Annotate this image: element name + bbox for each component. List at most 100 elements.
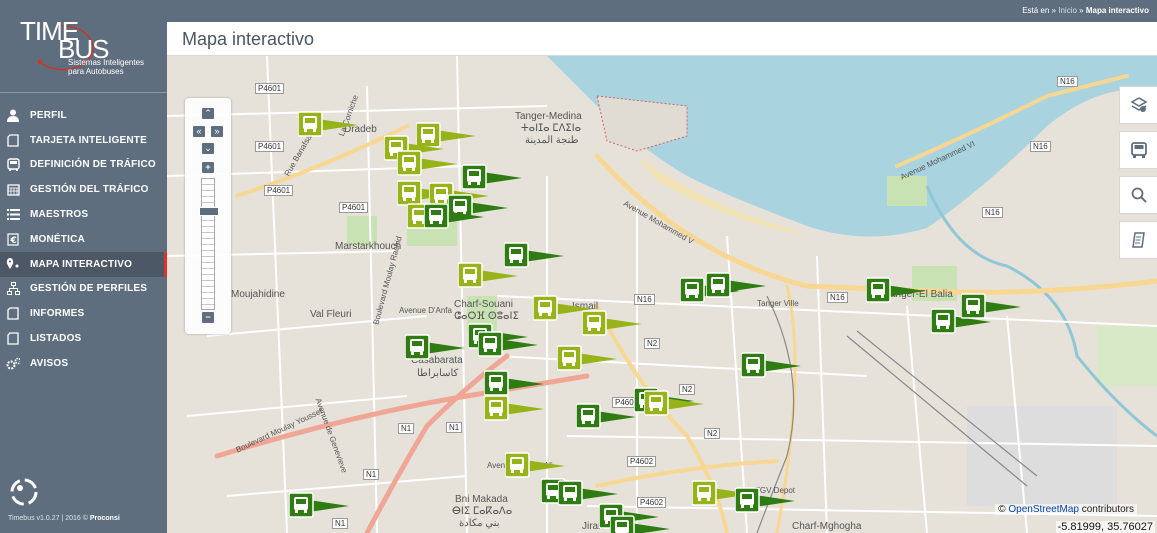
bus-marker-icon (288, 492, 349, 518)
bus-marker-icon (477, 331, 538, 357)
road-label: P4601 (255, 83, 285, 94)
search-icon (1131, 187, 1147, 203)
menu-item-gestion-trafico[interactable]: GESTIÓN DEL TRÁFICO (0, 177, 167, 202)
listing-icon (6, 332, 20, 346)
breadcrumb-current: Mapa interactivo (1085, 6, 1149, 15)
zoom-out-button[interactable]: − (202, 312, 214, 323)
osm-link[interactable]: OpenStreetMap (1008, 504, 1079, 515)
map-label-place: ⴱⵏⵉ ⵎⴰⴽⴰⴷⴰ (452, 506, 513, 517)
road-label: N2 (704, 428, 721, 439)
bus-marker-icon (740, 352, 801, 378)
bus-marker[interactable] (503, 242, 570, 270)
pan-up-button[interactable]: ⌃ (202, 108, 214, 119)
map-label-place: Bni Makada (455, 494, 508, 505)
menu-item-label: MONÉTICA (30, 233, 85, 245)
breadcrumb-home-link[interactable]: Inicio (1058, 6, 1077, 15)
zoom-panel: ⌃ « » ⌄ + − (185, 98, 231, 334)
map-label-place: Tanger Ville (757, 299, 799, 308)
bus-marker[interactable] (477, 331, 544, 359)
menu-item-gestion-perfiles[interactable]: GESTIÓN DE PERFILES (0, 277, 167, 302)
sitemap-icon (6, 282, 20, 296)
bus-marker-icon (483, 395, 544, 421)
menu-item-maestros[interactable]: MAESTROS (0, 202, 167, 227)
interactive-map[interactable]: Tanger-Medina ⵜⴰⵏⵊⴰ ⵎⴷⵉⵏⴰ طنجة المدينة D… (167, 56, 1157, 533)
bus-marker-icon (960, 293, 1021, 319)
menu-item-tarjeta-inteligente[interactable]: TARJETA INTELIGENTE (0, 128, 167, 153)
road-label: N16 (1057, 76, 1078, 87)
road-label: N16 (634, 294, 655, 305)
road-label: P4601 (264, 185, 294, 196)
menu-item-label: GESTIÓN DE PERFILES (30, 283, 148, 295)
bus-marker-icon (503, 242, 564, 268)
map-label-place: طنجة المدينة (525, 135, 579, 146)
map-label-place: Tanger-Medina (515, 111, 582, 122)
road-label: N16 (1030, 141, 1051, 152)
bus-layer-button[interactable] (1119, 131, 1157, 169)
list-icon (6, 208, 20, 222)
road-label: N16 (982, 207, 1003, 218)
bus-marker[interactable] (705, 272, 772, 300)
breadcrumb: Está en » Inicio » Mapa interactivo (1022, 6, 1149, 15)
gears-icon (6, 356, 20, 370)
bus-marker[interactable] (865, 277, 932, 305)
timebus-logo[interactable]: TIME BUS Sistemas Inteligentes para Auto… (18, 12, 153, 76)
bus-marker-icon (865, 277, 926, 303)
breadcrumb-separator: » (1079, 6, 1084, 15)
bus-marker[interactable] (297, 111, 364, 139)
menu-item-listados[interactable]: LISTADOS (0, 326, 167, 351)
menu-item-avisos[interactable]: AVISOS (0, 351, 167, 376)
bus-marker-icon (504, 452, 565, 478)
bus-marker[interactable] (643, 390, 710, 418)
menu-item-label: MAESTROS (30, 209, 89, 221)
bus-marker-icon (404, 334, 465, 360)
search-button[interactable] (1119, 176, 1157, 214)
bus-marker[interactable] (504, 452, 571, 480)
bus-marker[interactable] (556, 345, 623, 373)
bus-marker[interactable] (483, 395, 550, 423)
user-icon (6, 108, 20, 122)
map-label-place: Charf-Mghogha (792, 521, 862, 532)
menu-item-informes[interactable]: INFORMES (0, 301, 167, 326)
pan-left-button[interactable]: « (193, 126, 205, 137)
pan-down-button[interactable]: ⌄ (202, 143, 214, 154)
road-label: P4601 (339, 202, 369, 213)
report-icon (6, 307, 20, 321)
layers-map-button[interactable] (1119, 86, 1157, 124)
map-label-place: بني مكادة (459, 518, 500, 529)
page-title: Mapa interactivo (182, 29, 315, 49)
menu-item-definicion-trafico[interactable]: DEFINICIÓN DE TRÁFICO (0, 153, 167, 178)
zoom-slider-handle[interactable] (199, 207, 219, 216)
bus-marker-icon (581, 310, 642, 336)
menu-item-perfil[interactable]: PERFIL (0, 103, 167, 128)
card-icon (6, 133, 20, 147)
bus-marker[interactable] (734, 487, 801, 515)
bus-marker[interactable] (740, 352, 807, 380)
bus-marker[interactable] (581, 310, 648, 338)
bus-marker[interactable] (404, 334, 471, 362)
title-bar: Mapa interactivo (167, 22, 1157, 56)
bus-marker[interactable] (396, 150, 463, 178)
bus-marker[interactable] (423, 203, 490, 231)
menu-item-mapa-interactivo[interactable]: MAPA INTERACTIVO (0, 251, 167, 277)
bus-marker[interactable] (483, 370, 550, 398)
bus-marker-icon (705, 272, 766, 298)
main-menu: PERFIL TARJETA INTELIGENTE DEFINICIÓN DE… (0, 92, 167, 376)
menu-item-label: LISTADOS (30, 333, 82, 345)
zoom-slider-track[interactable] (201, 178, 215, 310)
document-icon (1131, 232, 1145, 248)
document-button[interactable] (1119, 221, 1157, 259)
menu-item-monetica[interactable]: € MONÉTICA (0, 227, 167, 252)
pan-right-button[interactable]: » (211, 126, 223, 137)
bus-marker[interactable] (288, 492, 355, 520)
bus-marker[interactable] (609, 515, 676, 533)
bus-marker-icon (483, 370, 544, 396)
map-label-place: Charf-Souani (454, 299, 513, 310)
sidebar: TIME BUS Sistemas Inteligentes para Auto… (0, 0, 167, 533)
menu-item-label: MAPA INTERACTIVO (30, 258, 133, 270)
menu-item-label: INFORMES (30, 308, 85, 320)
bus-marker[interactable] (461, 164, 528, 192)
bus-marker-icon (461, 164, 522, 190)
bus-marker[interactable] (575, 403, 642, 431)
zoom-in-button[interactable]: + (202, 162, 214, 173)
bus-marker[interactable] (960, 293, 1027, 321)
